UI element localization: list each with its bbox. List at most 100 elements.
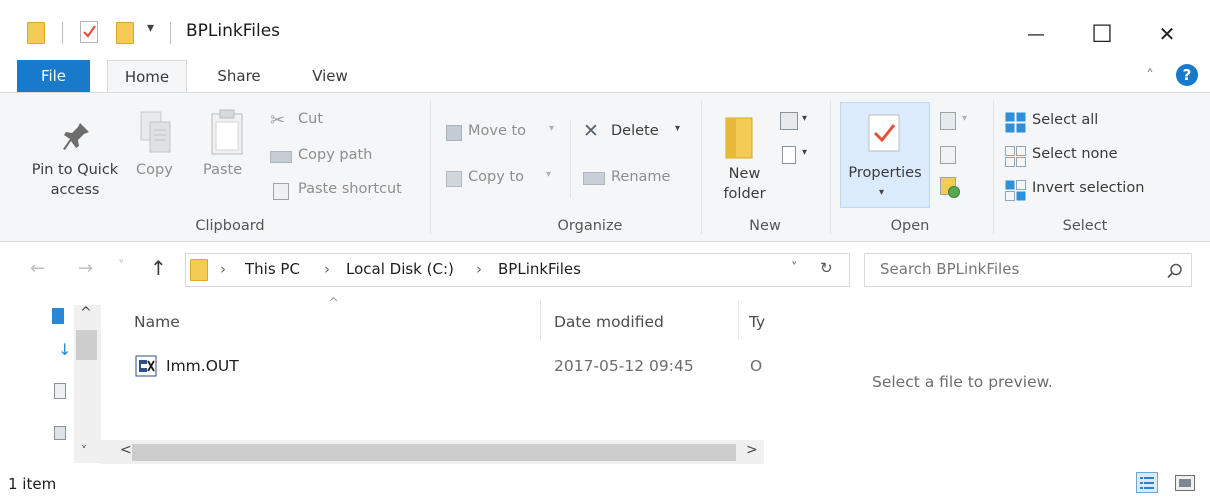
select-none-icon — [1005, 146, 1026, 167]
copy-to-label: Copy to — [468, 169, 524, 185]
tab-view[interactable]: View — [297, 60, 363, 92]
clipboard-group-label: Clipboard — [195, 218, 265, 234]
large-icons-view-button[interactable] — [1175, 475, 1195, 491]
paste-shortcut-button[interactable]: Paste shortcut — [270, 180, 420, 202]
scroll-right-button[interactable]: > — [746, 442, 758, 458]
search-box[interactable]: Search BPLinkFiles — [864, 253, 1192, 287]
collapse-ribbon-button[interactable]: ˄ — [1146, 66, 1154, 85]
properties-button[interactable]: Properties ▾ — [840, 102, 930, 208]
file-name: Imm.OUT — [166, 357, 239, 375]
edit-button[interactable] — [940, 144, 960, 168]
move-to-button[interactable]: Move to ▾ — [446, 122, 564, 144]
refresh-button[interactable]: ↻ — [820, 259, 833, 277]
quick-access-nav-icon[interactable] — [52, 308, 64, 324]
checkmark-page-icon — [80, 21, 98, 43]
new-folder-button[interactable]: New folder — [712, 110, 777, 206]
delete-x-icon: ✕ — [583, 120, 599, 142]
paste-icon — [211, 109, 243, 155]
scroll-up-button[interactable]: ^ — [80, 305, 92, 321]
group-separator — [701, 100, 702, 234]
recent-locations-button[interactable]: ˅ — [118, 259, 125, 274]
new-folder-label-line2: folder — [723, 186, 766, 202]
scroll-left-button[interactable]: < — [120, 442, 132, 458]
horizontal-scroll-thumb[interactable] — [132, 444, 736, 461]
breadcrumb-separator: › — [476, 260, 482, 278]
breadcrumb-separator: › — [220, 260, 226, 278]
group-separator — [993, 100, 994, 234]
copy-to-button[interactable]: Copy to ▾ — [446, 168, 564, 190]
scroll-down-button[interactable]: ˅ — [81, 444, 87, 458]
breadcrumb-this-pc[interactable]: This PC — [245, 260, 300, 278]
title-bar: ▾ BPLinkFiles — ☐ ✕ — [0, 0, 1210, 60]
breadcrumb-local-disk[interactable]: Local Disk (C:) — [346, 260, 454, 278]
select-all-button[interactable]: Select all — [1005, 110, 1125, 134]
paste-shortcut-label: Paste shortcut — [298, 181, 402, 197]
search-input[interactable]: Search BPLinkFiles — [880, 260, 1019, 278]
pin-label-line2: access — [50, 182, 100, 198]
history-clock-icon — [948, 186, 960, 198]
address-bar[interactable]: › This PC › Local Disk (C:) › BPLinkFile… — [185, 253, 850, 287]
table-row[interactable]: Imm.OUT 2017-05-12 09:45 O — [130, 352, 770, 384]
select-none-button[interactable]: Select none — [1005, 144, 1145, 168]
copy-button[interactable]: Copy — [131, 110, 186, 190]
up-button[interactable]: ↑ — [150, 256, 167, 280]
easy-access-button[interactable]: ▾ — [780, 144, 820, 168]
scissors-icon: ✂ — [270, 110, 286, 131]
maximize-button[interactable]: ☐ — [1072, 4, 1132, 64]
close-button[interactable]: ✕ — [1137, 4, 1197, 64]
file-type: O — [750, 357, 763, 375]
pictures-nav-icon[interactable] — [54, 426, 66, 440]
chevron-down-icon: ▾ — [549, 123, 555, 134]
copy-path-button[interactable]: Copy path — [270, 146, 388, 168]
new-folder-label-line1: New — [728, 166, 761, 182]
copy-path-label: Copy path — [298, 147, 373, 163]
tab-home[interactable]: Home — [107, 60, 187, 92]
delete-label: Delete — [611, 123, 659, 139]
pin-label-line1: Pin to Quick — [31, 162, 119, 178]
open-button[interactable]: ▾ — [940, 110, 980, 134]
documents-nav-icon[interactable] — [54, 383, 66, 399]
paste-button[interactable]: Paste — [199, 108, 257, 190]
address-dropdown-button[interactable]: ˅ — [791, 261, 798, 276]
sort-ascending-icon: ^ — [328, 296, 339, 311]
separator — [570, 120, 571, 198]
vertical-scroll-thumb[interactable] — [76, 330, 97, 360]
delete-button[interactable]: ✕ Delete ▾ — [583, 120, 693, 144]
new-folder-icon — [725, 117, 753, 159]
cut-button[interactable]: ✂ Cut — [270, 110, 330, 132]
details-view-button[interactable] — [1136, 472, 1158, 493]
column-header-name[interactable]: Name — [134, 313, 180, 331]
new-folder-quick-access-icon[interactable] — [116, 22, 134, 44]
minimize-button[interactable]: — — [1006, 4, 1066, 64]
cut-label: Cut — [298, 111, 323, 127]
chevron-down-icon: ▾ — [546, 169, 552, 180]
properties-quick-access-button[interactable] — [79, 20, 100, 44]
invert-selection-label: Invert selection — [1032, 180, 1145, 196]
select-all-icon — [1005, 112, 1026, 133]
rename-button[interactable]: Rename — [583, 168, 683, 190]
rename-label: Rename — [611, 169, 671, 185]
customize-quick-access-dropdown[interactable]: ▾ — [147, 20, 154, 36]
separator — [62, 22, 63, 44]
history-button[interactable] — [940, 176, 962, 200]
download-nav-icon[interactable]: ↓ — [58, 340, 71, 359]
properties-label: Properties — [848, 165, 922, 181]
new-item-button[interactable]: ▾ — [780, 110, 820, 134]
breadcrumb-bplinkfiles[interactable]: BPLinkFiles — [498, 260, 581, 278]
nav-pane-scrollbar[interactable] — [74, 305, 101, 463]
column-header-type[interactable]: Ty — [749, 313, 765, 331]
move-to-label: Move to — [468, 123, 527, 139]
column-header-date-modified[interactable]: Date modified — [554, 313, 664, 331]
pin-to-quick-access-button[interactable]: Pin to Quick access — [20, 112, 130, 212]
help-button[interactable]: ? — [1176, 64, 1198, 86]
tab-share[interactable]: Share — [203, 60, 275, 92]
breadcrumb-separator: › — [324, 260, 330, 278]
tab-file[interactable]: File — [17, 60, 90, 92]
pin-icon — [63, 123, 89, 150]
back-button[interactable]: ← — [30, 258, 45, 279]
file-icon — [135, 355, 157, 377]
invert-selection-button[interactable]: Invert selection — [1005, 178, 1170, 202]
open-icon — [940, 112, 956, 130]
select-all-label: Select all — [1032, 112, 1099, 128]
forward-button[interactable]: → — [78, 258, 93, 279]
